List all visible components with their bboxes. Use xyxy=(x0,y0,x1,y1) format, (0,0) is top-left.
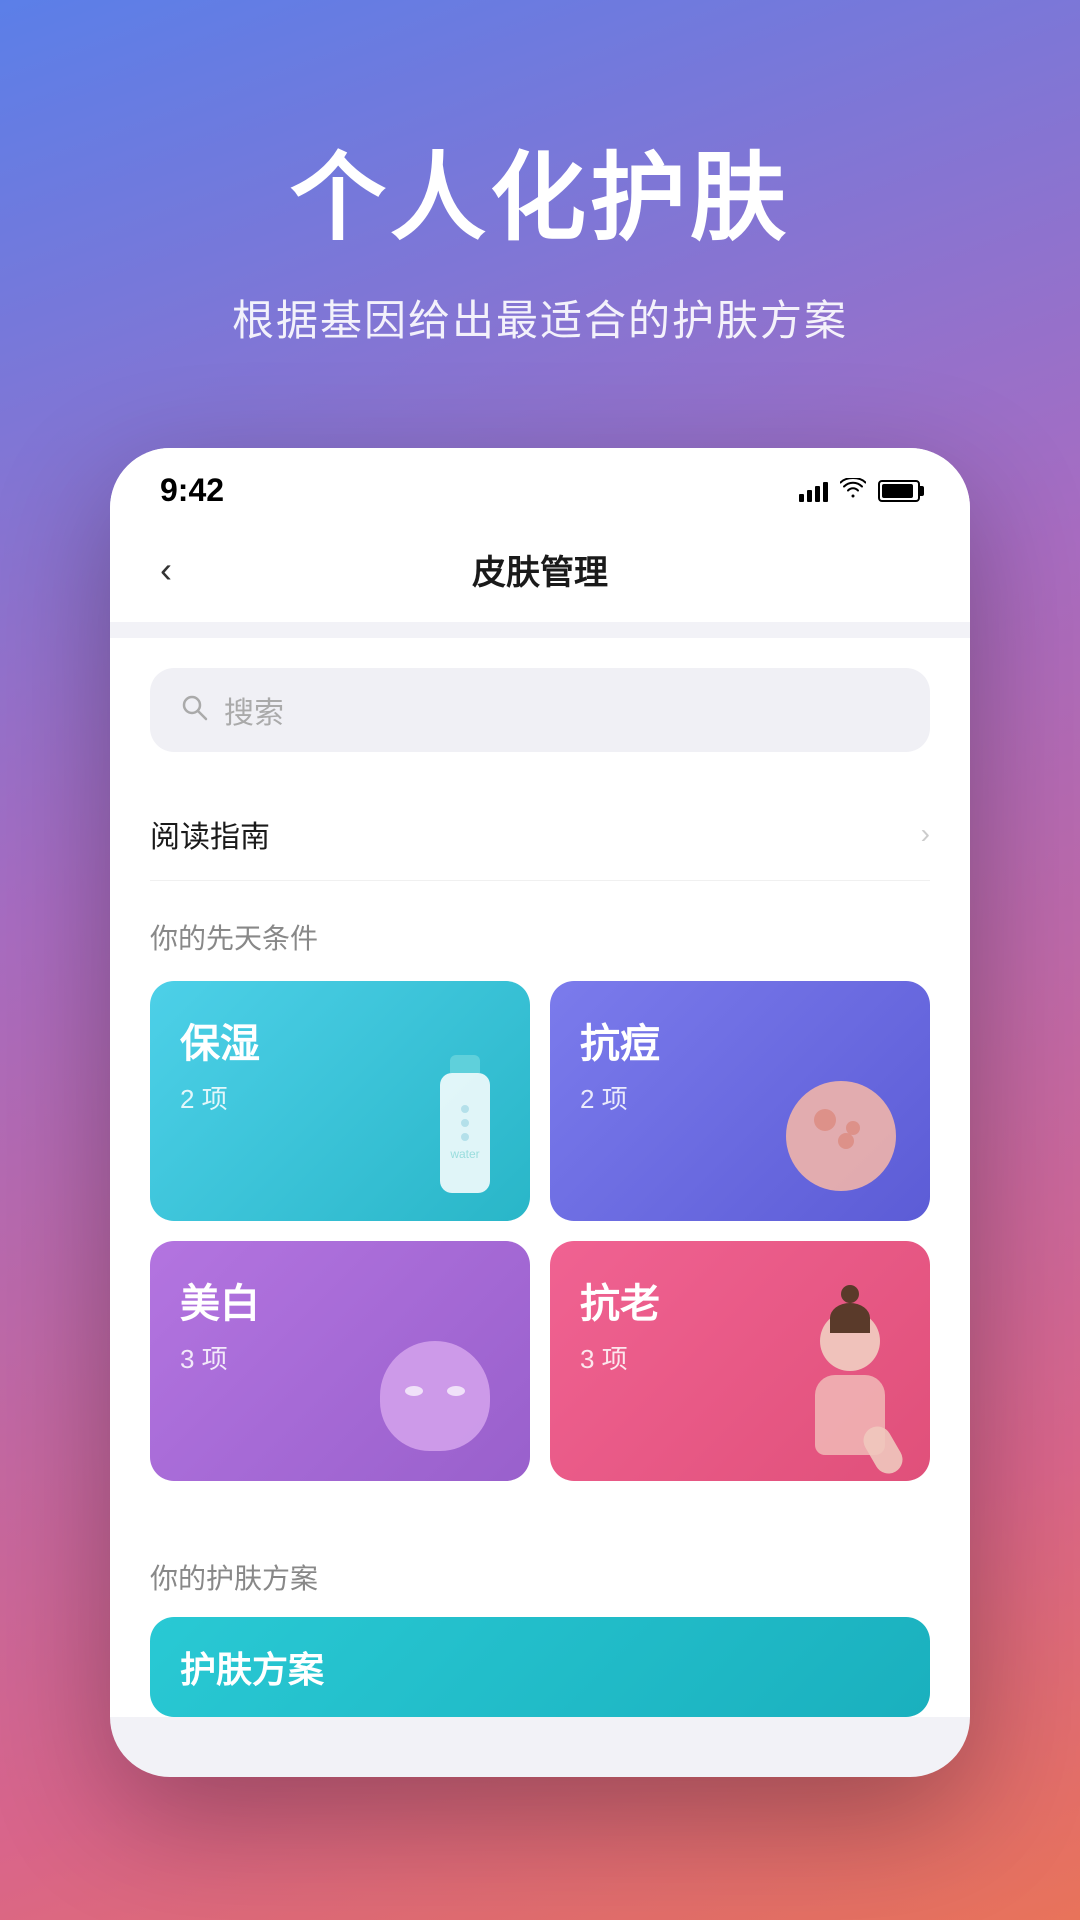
search-icon xyxy=(180,693,208,728)
nav-bar: ‹ 皮肤管理 xyxy=(110,525,970,622)
card-acne[interactable]: 抗痘 2 项 xyxy=(550,981,930,1221)
hero-subtitle: 根据基因给出最适合的护肤方案 xyxy=(60,287,1020,348)
page-title: 皮肤管理 xyxy=(472,545,608,594)
wifi-icon xyxy=(840,478,866,504)
hero-title: 个人化护肤 xyxy=(60,120,1020,259)
back-button[interactable]: ‹ xyxy=(160,549,172,591)
signal-icon xyxy=(799,480,828,502)
status-time: 9:42 xyxy=(160,472,224,509)
search-placeholder-text: 搜索 xyxy=(224,688,284,732)
phone-frame: 9:42 ‹ 皮肤管理 xyxy=(110,448,970,1777)
innate-section-title: 你的先天条件 xyxy=(150,917,930,957)
card-whitening[interactable]: 美白 3 项 xyxy=(150,1241,530,1481)
bottle-illustration: water xyxy=(430,1055,500,1205)
plan-section-title: 你的护肤方案 xyxy=(150,1547,930,1597)
hero-section: 个人化护肤 根据基因给出最适合的护肤方案 xyxy=(0,0,1080,408)
card-whitening-title: 美白 xyxy=(180,1271,500,1329)
cards-grid: 保湿 2 项 water 抗痘 xyxy=(150,981,930,1481)
chevron-right-icon: › xyxy=(921,818,930,850)
acne-face-illustration xyxy=(786,1081,906,1201)
battery-icon xyxy=(878,480,920,502)
plan-section: 你的护肤方案 护肤方案 xyxy=(110,1547,970,1717)
content-area: 搜索 阅读指南 › 你的先天条件 保湿 2 项 xyxy=(110,638,970,1547)
reading-guide-row[interactable]: 阅读指南 › xyxy=(150,788,930,881)
search-bar[interactable]: 搜索 xyxy=(150,668,930,752)
plan-card[interactable]: 护肤方案 xyxy=(150,1617,930,1717)
person-illustration xyxy=(790,1311,910,1481)
status-bar: 9:42 xyxy=(110,448,970,525)
card-antiaging[interactable]: 抗老 3 项 xyxy=(550,1241,930,1481)
card-moisturize[interactable]: 保湿 2 项 water xyxy=(150,981,530,1221)
status-icons xyxy=(799,478,920,504)
mask-illustration xyxy=(380,1341,510,1471)
plan-card-title: 护肤方案 xyxy=(180,1641,324,1693)
card-acne-title: 抗痘 xyxy=(580,1011,900,1069)
reading-guide-label: 阅读指南 xyxy=(150,812,270,856)
